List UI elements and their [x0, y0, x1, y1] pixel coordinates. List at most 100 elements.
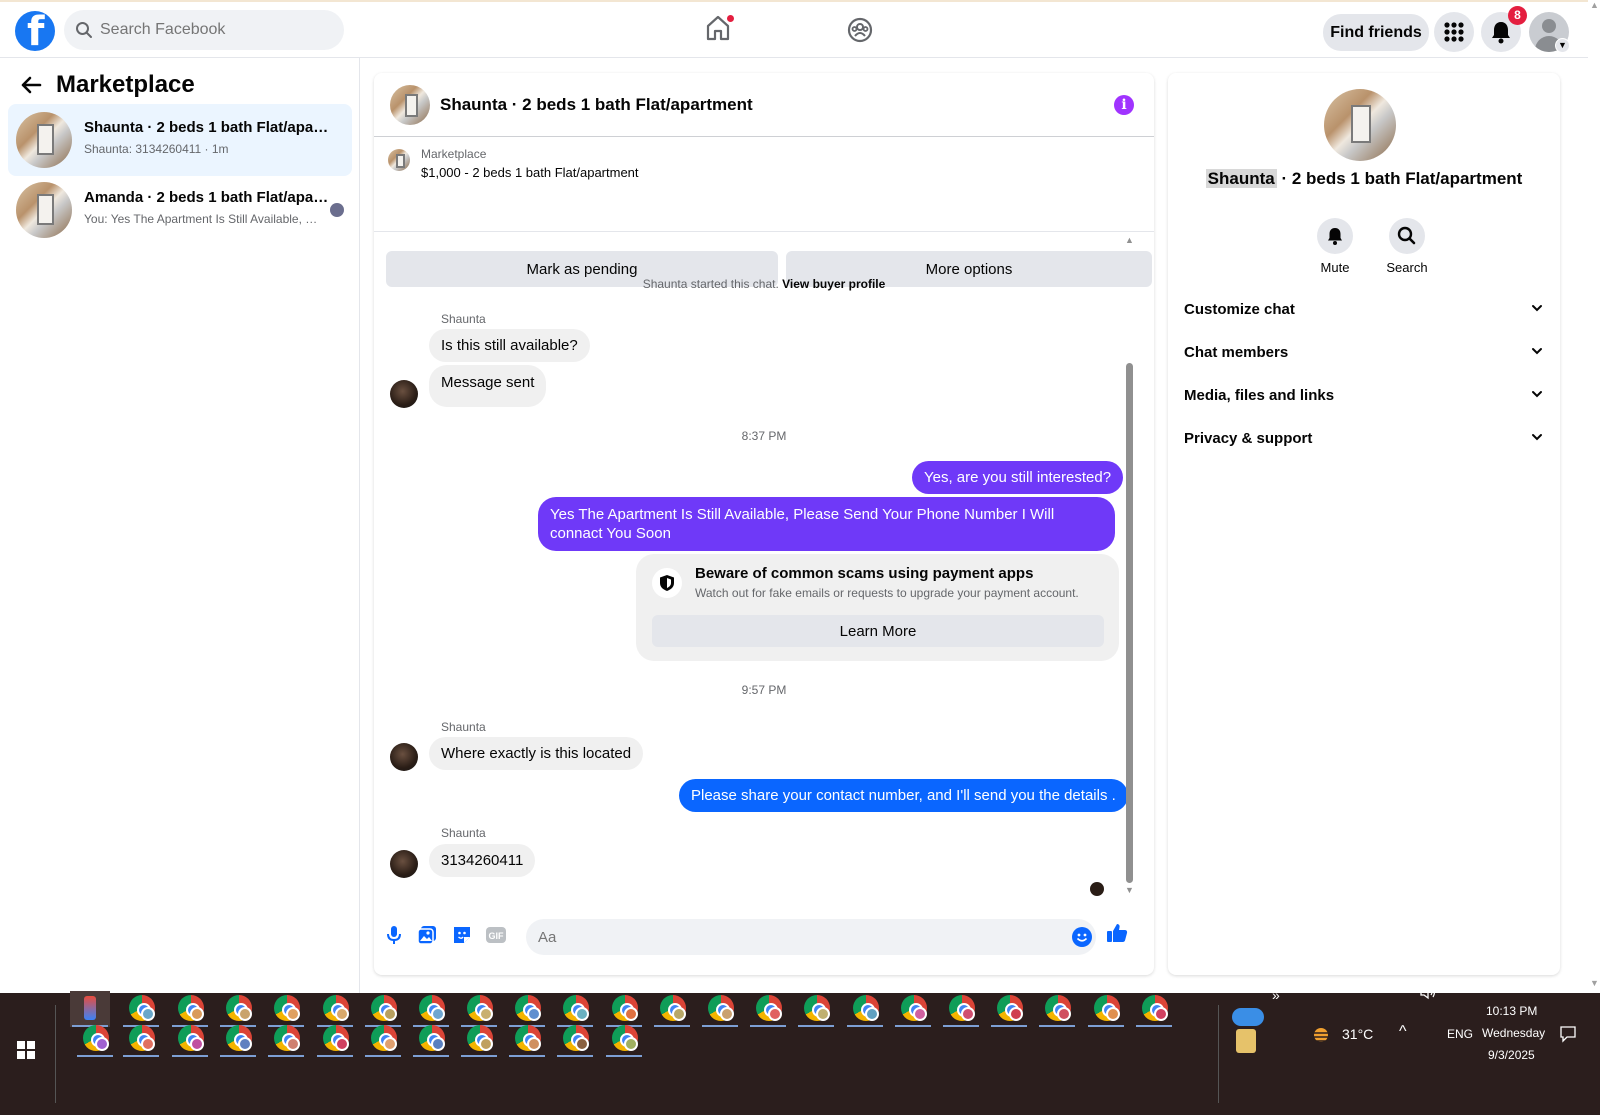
page-scrollbar[interactable]: ▲ ▼: [1588, 0, 1600, 993]
conversation-item-amanda[interactable]: Amanda · 2 beds 1 bath Flat/apartment Yo…: [8, 174, 352, 246]
taskbar-chrome[interactable]: [507, 1021, 547, 1057]
outgoing-message[interactable]: Please share your contact number, and I'…: [679, 779, 1128, 812]
chat-panel: Shaunta · 2 beds 1 bath Flat/apartment i…: [374, 73, 1154, 975]
privacy-support-section[interactable]: Privacy & support: [1184, 421, 1544, 457]
scroll-down-arrow-icon[interactable]: ▼: [1590, 978, 1599, 988]
taskbar-chrome[interactable]: [1134, 991, 1174, 1027]
listing-label: Marketplace: [421, 147, 487, 161]
taskbar-chrome[interactable]: [796, 991, 836, 1027]
taskbar-chrome[interactable]: [845, 991, 885, 1027]
shield-icon: [652, 568, 682, 598]
thumbs-up-icon[interactable]: [1105, 921, 1129, 950]
view-buyer-profile-link[interactable]: View buyer profile: [782, 277, 885, 291]
app-icon: [84, 996, 96, 1020]
listing-price[interactable]: $1,000 - 2 beds 1 bath Flat/apartment: [421, 165, 639, 180]
sender-avatar[interactable]: [390, 850, 418, 878]
menu-button[interactable]: [1434, 12, 1474, 52]
chat-title[interactable]: Shaunta · 2 beds 1 bath Flat/apartment: [440, 95, 753, 115]
taskbar-chrome[interactable]: [315, 1021, 355, 1057]
info-icon[interactable]: i: [1114, 95, 1134, 115]
conversation-item-shaunta[interactable]: Shaunta · 2 beds 1 bath Flat/apartment S…: [8, 104, 352, 176]
gif-icon[interactable]: GIF: [485, 924, 507, 951]
search-input[interactable]: [100, 10, 330, 50]
clock-day[interactable]: Wednesday: [1482, 1026, 1545, 1040]
photo-icon[interactable]: [416, 924, 438, 951]
chat-members-section[interactable]: Chat members: [1184, 335, 1544, 371]
home-icon: [705, 15, 731, 46]
taskbar-chrome[interactable]: [748, 991, 788, 1027]
taskbar-chrome[interactable]: [411, 1021, 451, 1057]
timestamp: 9:57 PM: [741, 683, 787, 697]
taskbar-chrome[interactable]: [266, 1021, 306, 1057]
customize-chat-section[interactable]: Customize chat: [1184, 292, 1544, 328]
language-indicator[interactable]: ENG: [1447, 1027, 1473, 1041]
taskbar-chrome[interactable]: [1037, 991, 1077, 1027]
search-icon: [75, 21, 93, 44]
notification-center-icon[interactable]: [1559, 1025, 1577, 1046]
taskbar-chrome[interactable]: [218, 1021, 258, 1057]
emoji-icon[interactable]: [1072, 927, 1092, 947]
tray-overflow-icon[interactable]: »: [1272, 987, 1280, 1003]
search-box[interactable]: [64, 10, 344, 50]
scroll-down-arrow-icon[interactable]: ▼: [1125, 885, 1134, 895]
conversation-title: Amanda · 2 beds 1 bath Flat/apartment: [84, 189, 334, 206]
home-nav-button[interactable]: [705, 14, 735, 47]
listing-thumbnail[interactable]: [388, 149, 410, 171]
taskbar-chrome[interactable]: [604, 1021, 644, 1057]
mute-button[interactable]: Mute: [1305, 218, 1365, 275]
listing-photo[interactable]: [1324, 89, 1396, 161]
message-scrollbar[interactable]: ▲ ▼: [1124, 233, 1136, 905]
chat-thumbnail[interactable]: [390, 85, 430, 125]
sticker-icon[interactable]: [451, 924, 473, 951]
incoming-message[interactable]: Where exactly is this located: [429, 737, 644, 770]
sender-avatar[interactable]: [390, 743, 418, 771]
taskbar-chrome[interactable]: [459, 1021, 499, 1057]
search-conversation-button[interactable]: Search: [1377, 218, 1437, 275]
file-explorer-user-icon[interactable]: [1236, 1029, 1256, 1053]
clock-date[interactable]: 9/3/2025: [1488, 1048, 1535, 1062]
taskbar-chrome[interactable]: [989, 991, 1029, 1027]
media-files-links-section[interactable]: Media, files and links: [1184, 378, 1544, 414]
taskbar-chrome-profile[interactable]: [555, 1021, 595, 1057]
taskbar-chrome[interactable]: [363, 1021, 403, 1057]
back-arrow-icon[interactable]: [20, 74, 42, 102]
taskbar-chrome[interactable]: [893, 991, 933, 1027]
taskbar-chrome[interactable]: [121, 1021, 161, 1057]
microphone-icon[interactable]: [384, 924, 404, 951]
weather-icon[interactable]: [1309, 1025, 1333, 1048]
clock-time[interactable]: 10:13 PM: [1486, 1004, 1537, 1018]
scroll-up-arrow-icon[interactable]: ▲: [1590, 0, 1599, 10]
taskbar-chrome[interactable]: [941, 991, 981, 1027]
find-friends-button[interactable]: Find friends: [1323, 14, 1429, 51]
info-panel-title: Shaunta · 2 beds 1 bath Flat/apartment: [1205, 169, 1523, 188]
learn-more-button[interactable]: Learn More: [652, 615, 1104, 647]
taskbar-chrome[interactable]: [75, 1021, 115, 1057]
taskbar-chrome[interactable]: [652, 991, 692, 1027]
grid-menu-icon: [1434, 22, 1474, 56]
sender-name: Shaunta: [441, 720, 486, 734]
groups-nav-button[interactable]: [847, 17, 873, 48]
message-input[interactable]: [538, 919, 1058, 955]
outgoing-message[interactable]: Yes The Apartment Is Still Available, Pl…: [538, 497, 1115, 551]
highlighted-name[interactable]: Shaunta: [1205, 169, 1277, 188]
volume-icon[interactable]: [1419, 984, 1437, 1003]
taskbar-chrome[interactable]: [700, 991, 740, 1027]
incoming-message[interactable]: Message sent: [429, 365, 547, 407]
scroll-up-arrow-icon[interactable]: ▲: [1125, 235, 1134, 245]
chevron-down-icon[interactable]: ▼: [1555, 38, 1570, 53]
incoming-message[interactable]: 3134260411: [429, 844, 536, 877]
sender-avatar[interactable]: [390, 380, 418, 408]
incoming-message[interactable]: Is this still available?: [429, 329, 590, 362]
taskbar-chrome[interactable]: [170, 1021, 210, 1057]
listing-thumbnail: [16, 182, 72, 238]
outgoing-message[interactable]: Yes, are you still interested?: [912, 461, 1124, 494]
message-input-box[interactable]: [526, 919, 1096, 955]
onedrive-icon[interactable]: [1232, 1008, 1264, 1026]
taskbar-chrome[interactable]: [1086, 991, 1126, 1027]
facebook-logo[interactable]: f: [15, 9, 55, 55]
windows-start-icon[interactable]: [17, 1041, 35, 1059]
chevron-up-icon[interactable]: ^: [1399, 1023, 1407, 1041]
temperature[interactable]: 31°C: [1342, 1026, 1373, 1042]
scroll-thumb[interactable]: [1126, 363, 1133, 883]
scam-warning-card: Beware of common scams using payment app…: [636, 554, 1119, 661]
